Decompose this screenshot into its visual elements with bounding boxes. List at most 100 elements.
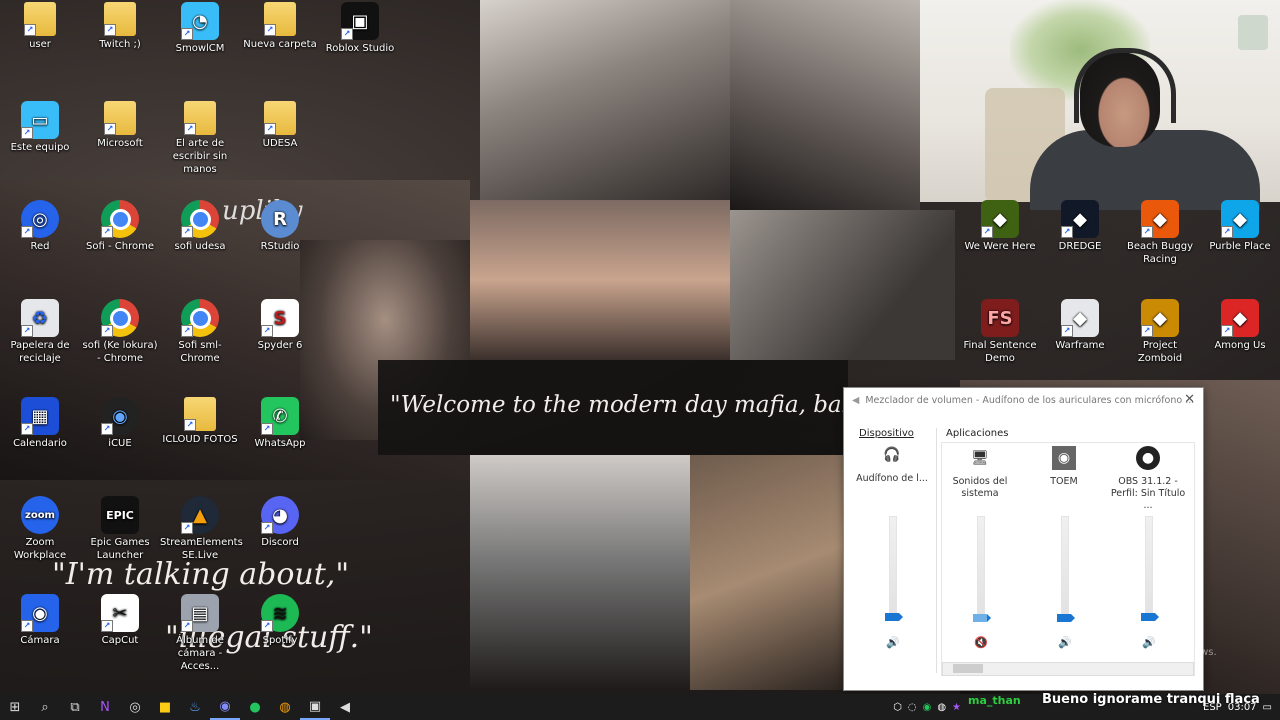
desktop-icon[interactable]: S ↗ Spyder 6 [240,299,320,352]
desktop-icon-label: SmowlCM [175,43,225,54]
desktop-icon[interactable]: ≋ ↗ Spotify [240,594,320,647]
close-button[interactable]: ✕ [1184,392,1195,407]
volume-mixer-window[interactable]: ◀ Mezclador de volumen - Audífono de los… [843,387,1204,691]
toem-icon: ◉ [1052,446,1076,470]
speaker-icon[interactable]: 🔊 [886,636,900,649]
notifications-icon[interactable]: ▭ [1263,702,1272,713]
desktop-icon[interactable]: ↗ sofi udesa [160,200,240,253]
chrome-icon[interactable]: ◍ [270,694,300,720]
desktop-icon[interactable]: ↗ UDESA [240,101,320,150]
desktop-icon[interactable]: ◕ ↗ Discord [240,496,320,549]
horizontal-scrollbar[interactable] [942,662,1194,676]
volume-slider-thumb[interactable] [885,613,903,621]
shortcut-arrow-icon: ↗ [101,226,113,238]
desktop-icon[interactable]: ◆ ↗ Beach Buggy Racing [1120,200,1200,266]
smowl-icon: ◔ ↗ [181,2,219,40]
shortcut-arrow-icon: ↗ [104,24,116,36]
desktop-icon-label: WhatsApp [254,438,306,449]
tray-icon[interactable]: ★ [952,702,961,713]
desktop-icon[interactable]: ↗ ICLOUD FOTOS [160,397,240,446]
desktop-icon[interactable]: EPIC Epic Games Launcher [80,496,160,562]
wallpaper-quote: "I'm talking about," [52,557,350,592]
shortcut-arrow-icon: ↗ [101,423,113,435]
stream-chat-message: Bueno ignorame tranqui flaca [1042,692,1260,707]
desktop-icon[interactable]: ▭ ↗ Este equipo [0,101,80,154]
desktop-icon[interactable]: ↗ Sofi - Chrome [80,200,160,253]
desktop-icon[interactable]: ↗ Sofi sml- Chrome [160,299,240,365]
sticky-notes-icon[interactable]: ■ [150,694,180,720]
discord-icon[interactable]: ◉ [210,694,240,720]
desktop-icon[interactable]: ◆ ↗ We Were Here [960,200,1040,253]
volume-slider-track[interactable] [1145,516,1153,618]
desktop-icon[interactable]: ✂ ↗ CapCut [80,594,160,647]
steam-icon[interactable]: ♨ [180,694,210,720]
tray-icon[interactable]: ◉ [923,702,932,713]
windows-start-icon[interactable]: ⊞ [0,694,30,720]
wallpaper-photo [730,0,920,210]
volume-slider-track[interactable] [1061,516,1069,618]
volume-slider-track[interactable] [977,516,985,618]
mixer-channel-device: 🎧 Audífono de l... [852,443,932,485]
volume-slider-track[interactable] [889,516,897,618]
scrollbar-thumb[interactable] [953,664,983,673]
volume-slider-thumb[interactable] [1141,613,1159,621]
desktop-icon[interactable]: ↗ El arte de escribir sin manos [160,101,240,176]
desktop-icon[interactable]: ▣ ↗ Roblox Studio [320,2,400,55]
onenote-icon[interactable]: N [90,694,120,720]
desktop-icon[interactable]: ↗ Nueva carpeta [240,2,320,51]
desktop-icon[interactable]: ↗ Microsoft [80,101,160,150]
desktop-icon[interactable]: ▦ ↗ Calendario [0,397,80,450]
desktop-icon[interactable]: ✆ ↗ WhatsApp [240,397,320,450]
tray-icon[interactable]: ⬡ [893,702,902,713]
obs-icon[interactable]: ▣ [300,694,330,720]
tray-icon[interactable]: ◌ [908,702,917,713]
shortcut-arrow-icon: ↗ [21,620,33,632]
spotify-icon[interactable]: ● [240,694,270,720]
game-icon: ◆ ↗ [1061,200,1099,238]
desktop-icon[interactable]: ◆ ↗ Warframe [1040,299,1120,352]
desktop-icon[interactable]: ◎ ↗ Red [0,200,80,253]
discord-icon: ◕ ↗ [261,496,299,534]
epic-games-icon: EPIC [101,496,139,534]
desktop-icon[interactable]: ◆ ↗ Project Zomboid [1120,299,1200,365]
desktop-icon[interactable]: ♻ ↗ Papelera de reciclaje [0,299,80,365]
wallpaper-photo [470,200,730,360]
obs-icon: ● [1136,446,1160,470]
channel-label: OBS 31.1.2 - Perfil: Sin Título ... [1110,476,1186,511]
volume-slider-thumb[interactable] [973,614,991,622]
icue-icon: ◉ ↗ [101,397,139,435]
volume-slider-thumb[interactable] [1057,614,1075,622]
desktop-icon[interactable]: ◔ ↗ SmowlCM [160,2,240,55]
desktop-icon[interactable]: ◉ ↗ Cámara [0,594,80,647]
desktop-icon[interactable]: zoom Zoom Workplace [0,496,80,562]
headset-icon [1074,48,1176,123]
folder-icon: ↗ [104,2,136,36]
desktop-icon[interactable]: ◉ ↗ iCUE [80,397,160,450]
desktop-icon[interactable]: ↗ Twitch ;) [80,2,160,51]
speaker-icon: ◀ [852,394,860,406]
search-icon[interactable]: ⌕ [30,694,60,720]
desktop-icon[interactable]: ↗ user [0,2,80,51]
desktop-icon[interactable]: ▲ ↗ StreamElements SE.Live [160,496,243,562]
final-sentence-icon: FS [981,299,1019,337]
roblox-icon: ▣ ↗ [341,2,379,40]
zoom-icon: zoom [21,496,59,534]
speaker-muted-icon[interactable]: 🔇 [974,636,988,649]
network-icon: ◎ ↗ [21,200,59,238]
desktop-icon[interactable]: FS Final Sentence Demo [960,299,1040,365]
desktop-icon[interactable]: ◆ ↗ Purble Place [1200,200,1280,253]
desktop-icon-label: Calendario [13,438,67,449]
desktop-icon[interactable]: ↗ sofi (Ke lokura) - Chrome [80,299,160,365]
folder-icon: ↗ [104,101,136,135]
task-view-icon[interactable]: ⧉ [60,694,90,720]
tray-icon[interactable]: ◍ [937,702,946,713]
desktop-icon[interactable]: ▤ ↗ Álbum de cámara - Acces... [160,594,240,673]
folder-icon: ↗ [264,2,296,36]
window-title-bar[interactable]: ◀ Mezclador de volumen - Audífono de los… [844,388,1203,412]
shortcut-arrow-icon: ↗ [181,226,193,238]
desktop-icon[interactable]: ◆ ↗ Among Us [1200,299,1280,352]
icue-icon[interactable]: ◎ [120,694,150,720]
desktop-icon[interactable]: ◆ ↗ DREDGE [1040,200,1120,253]
desktop-icon[interactable]: R RStudio [240,200,320,253]
volume-mixer-icon[interactable]: ◀ [330,694,360,720]
